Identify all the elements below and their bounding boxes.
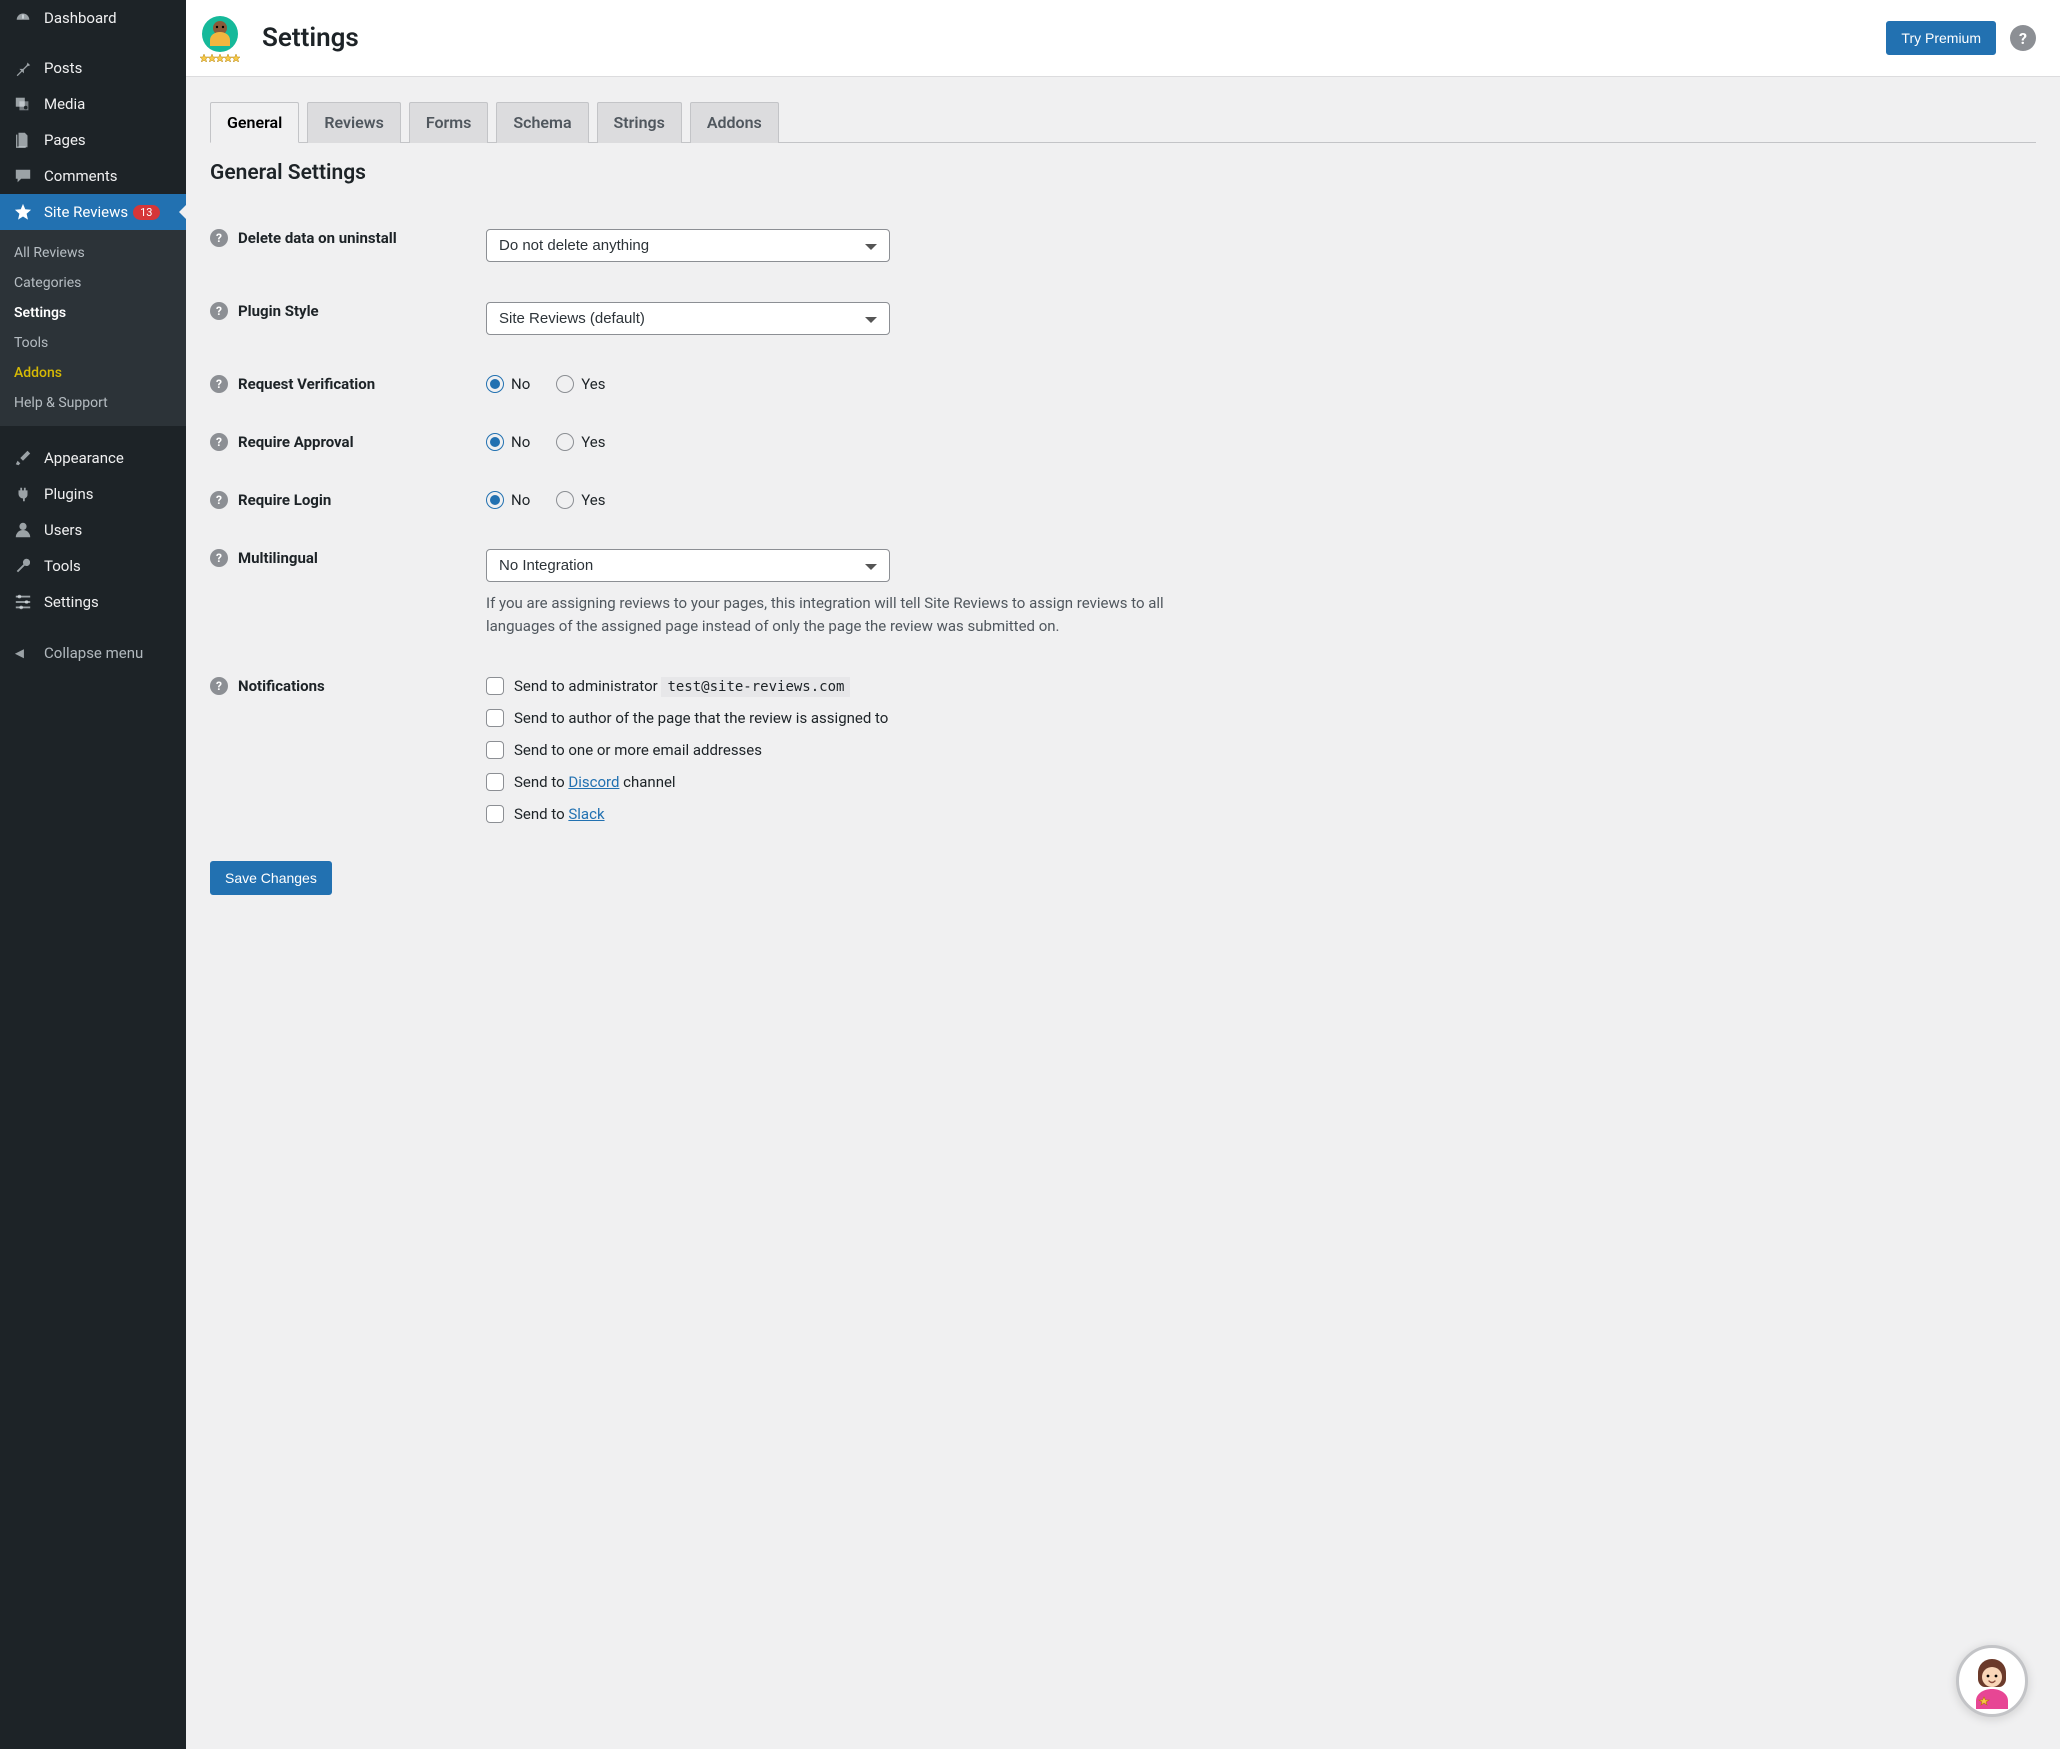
- tab-strings[interactable]: Strings: [597, 102, 682, 143]
- brush-icon: [12, 449, 34, 467]
- discord-link[interactable]: Discord: [568, 773, 619, 791]
- wrench-icon: [12, 557, 34, 575]
- review-count-badge: 13: [133, 205, 159, 220]
- help-icon[interactable]: ?: [210, 229, 228, 247]
- page-title: Settings: [262, 23, 1886, 53]
- nav-comments[interactable]: Comments: [0, 158, 186, 194]
- tab-forms[interactable]: Forms: [409, 102, 489, 143]
- collapse-icon: ◄: [12, 644, 34, 662]
- notify-author[interactable]: Send to author of the page that the revi…: [486, 709, 1166, 727]
- nav-settings[interactable]: Settings: [0, 584, 186, 620]
- checkbox-icon: [486, 773, 504, 791]
- radio-icon: [556, 433, 574, 451]
- help-icon[interactable]: ?: [210, 677, 228, 695]
- approval-no[interactable]: No: [486, 433, 530, 451]
- plugin-logo: [196, 14, 244, 62]
- user-icon: [12, 521, 34, 539]
- delete-data-select[interactable]: Do not delete anything: [486, 229, 890, 262]
- login-yes[interactable]: Yes: [556, 491, 605, 509]
- label-notifications: Notifications: [238, 677, 325, 695]
- submenu-help[interactable]: Help & Support: [0, 388, 186, 418]
- checkbox-icon: [486, 741, 504, 759]
- nav-dashboard[interactable]: Dashboard: [0, 0, 186, 36]
- nav-posts[interactable]: Posts: [0, 50, 186, 86]
- submenu-addons[interactable]: Addons: [0, 358, 186, 388]
- star-icon: [12, 203, 34, 221]
- pages-icon: [12, 131, 34, 149]
- save-changes-button[interactable]: Save Changes: [210, 861, 332, 895]
- checkbox-icon: [486, 677, 504, 695]
- notify-discord[interactable]: Send to Discord channel: [486, 773, 1166, 791]
- multilingual-select[interactable]: No Integration: [486, 549, 890, 582]
- pin-icon: [12, 59, 34, 77]
- comment-icon: [12, 167, 34, 185]
- sliders-icon: [12, 593, 34, 611]
- help-icon[interactable]: ?: [210, 491, 228, 509]
- submenu-categories[interactable]: Categories: [0, 268, 186, 298]
- radio-icon: [556, 375, 574, 393]
- label-require-approval: Require Approval: [238, 433, 354, 451]
- nav-users[interactable]: Users: [0, 512, 186, 548]
- submenu-all-reviews[interactable]: All Reviews: [0, 238, 186, 268]
- help-icon[interactable]: ?: [2010, 25, 2036, 51]
- media-icon: [12, 95, 34, 113]
- tab-schema[interactable]: Schema: [496, 102, 588, 143]
- plug-icon: [12, 485, 34, 503]
- notify-emails[interactable]: Send to one or more email addresses: [486, 741, 1166, 759]
- submenu-settings[interactable]: Settings: [0, 298, 186, 328]
- site-reviews-submenu: All Reviews Categories Settings Tools Ad…: [0, 230, 186, 426]
- approval-yes[interactable]: Yes: [556, 433, 605, 451]
- admin-email-code: test@site-reviews.com: [661, 677, 850, 697]
- label-multilingual: Multilingual: [238, 549, 318, 567]
- support-avatar[interactable]: [1956, 1645, 2028, 1717]
- label-require-login: Require Login: [238, 491, 331, 509]
- verification-no[interactable]: No: [486, 375, 530, 393]
- label-delete-data: Delete data on uninstall: [238, 229, 397, 247]
- label-plugin-style: Plugin Style: [238, 302, 319, 320]
- nav-plugins[interactable]: Plugins: [0, 476, 186, 512]
- notify-admin[interactable]: Send to administrator test@site-reviews.…: [486, 677, 1166, 695]
- radio-icon: [556, 491, 574, 509]
- nav-media[interactable]: Media: [0, 86, 186, 122]
- label-request-verification: Request Verification: [238, 375, 375, 393]
- plugin-style-select[interactable]: Site Reviews (default): [486, 302, 890, 335]
- tab-reviews[interactable]: Reviews: [307, 102, 401, 143]
- radio-icon: [486, 375, 504, 393]
- radio-icon: [486, 491, 504, 509]
- nav-tools[interactable]: Tools: [0, 548, 186, 584]
- slack-link[interactable]: Slack: [568, 805, 604, 823]
- help-icon[interactable]: ?: [210, 375, 228, 393]
- try-premium-button[interactable]: Try Premium: [1886, 21, 1996, 55]
- help-icon[interactable]: ?: [210, 549, 228, 567]
- help-icon[interactable]: ?: [210, 433, 228, 451]
- notify-slack[interactable]: Send to Slack: [486, 805, 1166, 823]
- page-header: Settings Try Premium ?: [186, 0, 2060, 77]
- checkbox-icon: [486, 805, 504, 823]
- checkbox-icon: [486, 709, 504, 727]
- verification-yes[interactable]: Yes: [556, 375, 605, 393]
- help-icon[interactable]: ?: [210, 302, 228, 320]
- multilingual-description: If you are assigning reviews to your pag…: [486, 592, 1166, 637]
- radio-icon: [486, 433, 504, 451]
- submenu-tools[interactable]: Tools: [0, 328, 186, 358]
- nav-site-reviews[interactable]: Site Reviews13: [0, 194, 186, 230]
- login-no[interactable]: No: [486, 491, 530, 509]
- settings-tabs: General Reviews Forms Schema Strings Add…: [210, 101, 2036, 143]
- dashboard-icon: [12, 9, 34, 27]
- nav-appearance[interactable]: Appearance: [0, 440, 186, 476]
- admin-sidebar: Dashboard Posts Media Pages Comments Sit…: [0, 0, 186, 1749]
- section-title: General Settings: [210, 161, 2036, 185]
- tab-general[interactable]: General: [210, 102, 299, 143]
- tab-addons[interactable]: Addons: [690, 102, 779, 143]
- collapse-menu[interactable]: ◄Collapse menu: [0, 634, 186, 672]
- nav-pages[interactable]: Pages: [0, 122, 186, 158]
